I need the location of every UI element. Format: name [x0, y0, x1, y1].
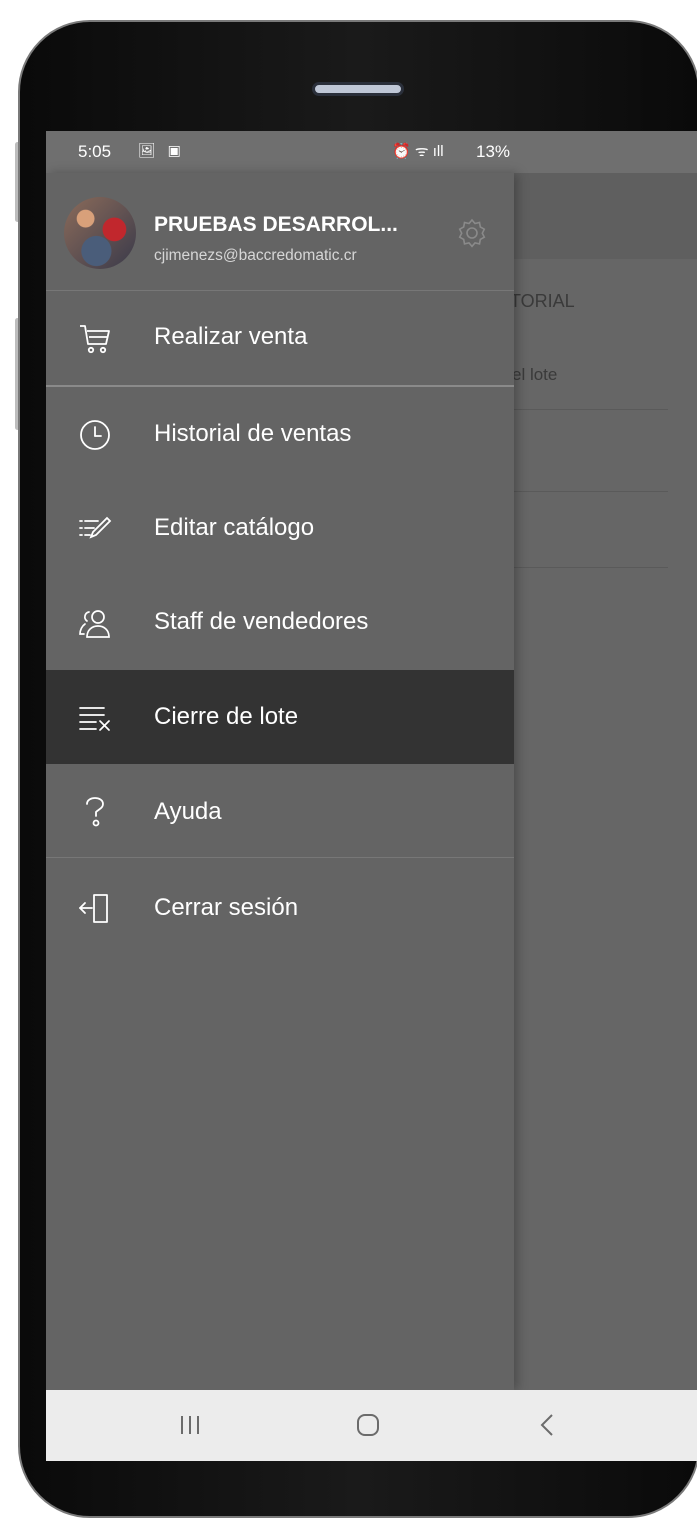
menu-item-historial-de-ventas[interactable]: Historial de ventas [46, 387, 514, 481]
menu-label: Ayuda [154, 798, 222, 825]
back-icon[interactable] [528, 1408, 568, 1442]
menu-item-editar-catalogo[interactable]: Editar catálogo [46, 481, 514, 575]
earpiece-speaker [312, 82, 404, 96]
screen: 5:05 🖼 ▣ ⏰ ᯤ ıll 13% TORIAL el lote PRUE… [46, 131, 697, 1461]
status-bar: 5:05 🖼 ▣ ⏰ ᯤ ıll 13% [46, 131, 697, 173]
background-divider [514, 491, 668, 492]
profile-name: PRUEBAS DESARROL... [154, 213, 398, 236]
menu-label: Cerrar sesión [154, 894, 299, 921]
gear-icon[interactable] [454, 215, 490, 251]
clock-icon [80, 420, 110, 450]
recent-apps-icon[interactable] [170, 1408, 210, 1442]
edit-list-icon [79, 516, 112, 539]
menu-item-ayuda[interactable]: Ayuda [46, 765, 514, 859]
menu-item-realizar-venta[interactable]: Realizar venta [46, 290, 514, 384]
notification-icons: 🖼 ▣ [138, 142, 185, 158]
system-status-icons: ⏰ ᯤ ıll [392, 143, 444, 160]
menu-label: Editar catálogo [154, 514, 315, 541]
drawer-divider [46, 857, 514, 858]
menu-item-cerrar-sesion[interactable]: Cerrar sesión [46, 861, 514, 955]
background-tab-label: TORIAL [510, 291, 575, 311]
system-navigation-bar [46, 1390, 697, 1461]
menu-item-staff-de-vendedores[interactable]: Staff de vendedores [46, 575, 514, 669]
background-divider [514, 567, 668, 568]
cart-icon [80, 325, 110, 354]
menu-label: Historial de ventas [154, 420, 352, 447]
home-icon[interactable] [348, 1408, 388, 1442]
navigation-drawer: PRUEBAS DESARROL... cjimenezs@baccredoma… [46, 173, 514, 1390]
profile-email: cjimenezs@baccredomatic.cr [154, 247, 357, 264]
list-close-icon [79, 707, 110, 731]
avatar[interactable] [64, 197, 136, 269]
background-divider [514, 409, 668, 410]
menu-label: Staff de vendedores [154, 608, 369, 635]
battery-level: 13% [476, 142, 511, 161]
menu-label: Realizar venta [154, 323, 308, 350]
menu-item-cierre-de-lote[interactable]: Cierre de lote [46, 670, 514, 764]
menu-label: Cierre de lote [154, 703, 299, 730]
users-icon [79, 610, 110, 638]
help-icon [86, 797, 104, 827]
logout-icon [79, 894, 108, 923]
background-row-text: el lote [512, 365, 558, 384]
status-time: 5:05 [78, 142, 112, 161]
